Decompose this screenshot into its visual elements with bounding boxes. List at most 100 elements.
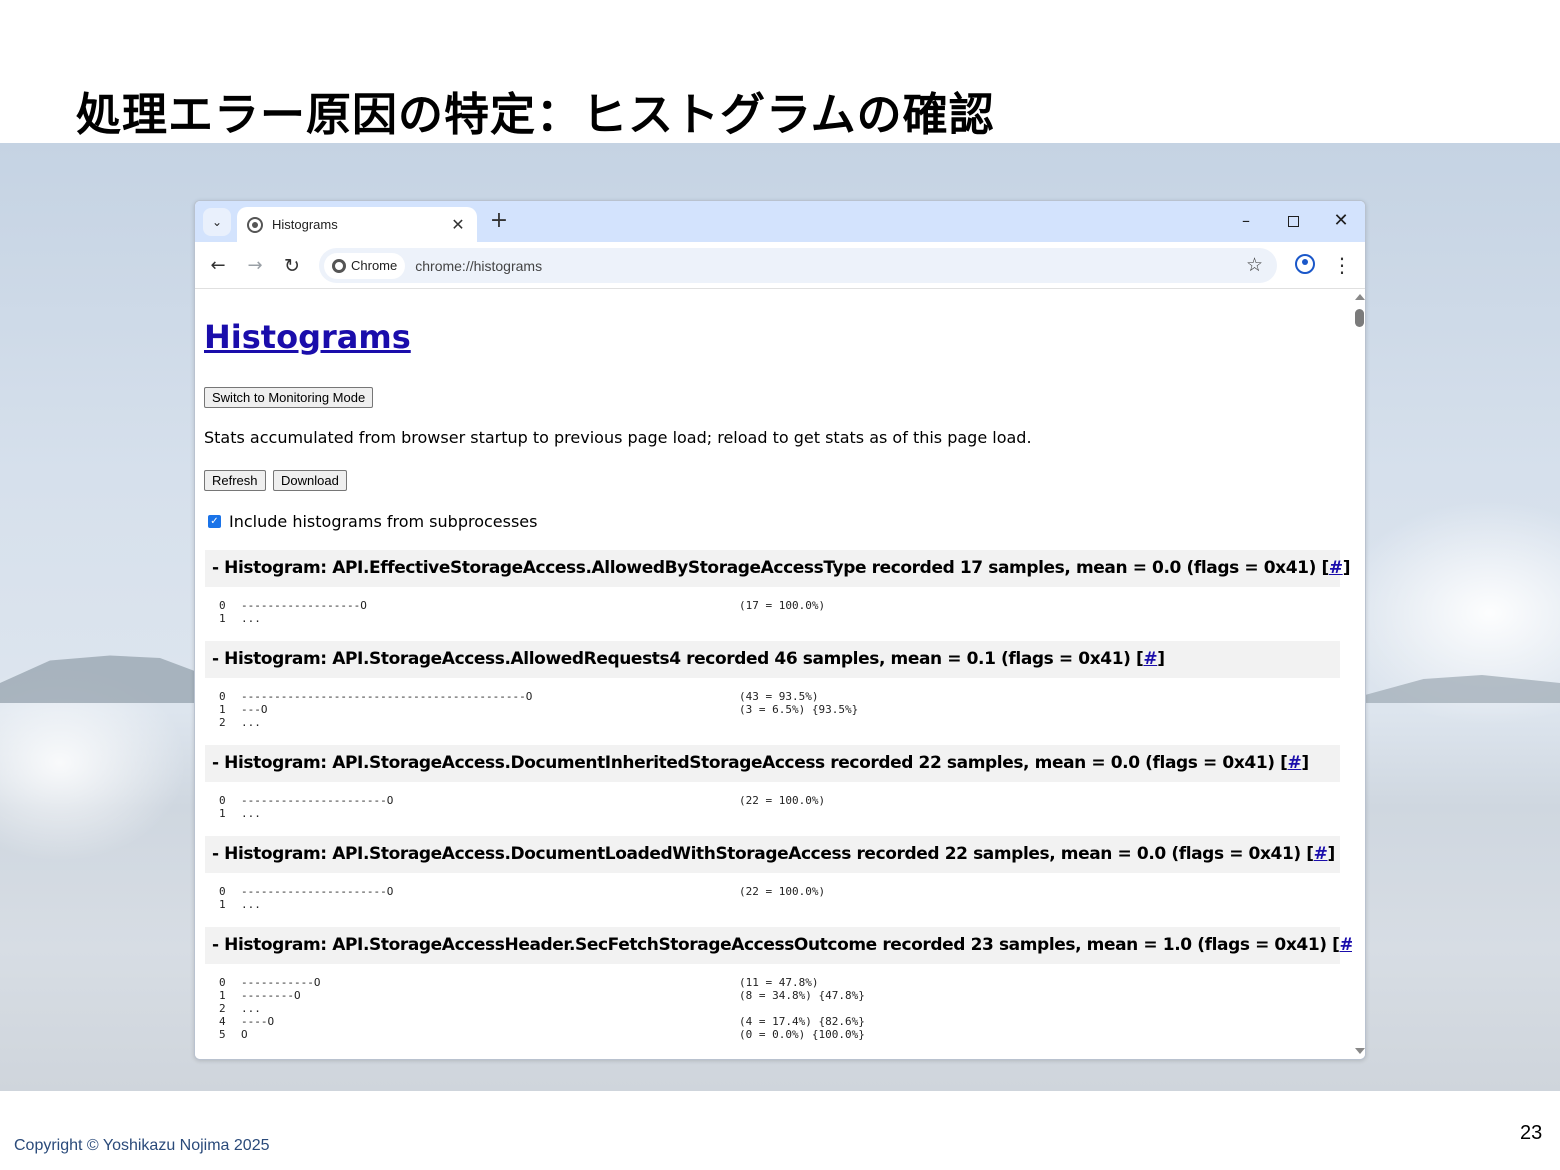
histogram-block: - Histogram: API.StorageAccess.DocumentI… [205,745,1340,820]
histogram-body: 0 ---------------------------------------… [205,678,1340,729]
row-stat: (17 = 100.0%) [739,599,826,612]
row-stat: (8 = 34.8%) {47.8%} [739,989,865,1002]
switch-monitoring-mode-button[interactable]: Switch to Monitoring Mode [204,387,374,408]
background-mountain-right [1365,675,1560,703]
slide-page-number: 23 [1520,1122,1543,1144]
row-index: 0 [219,885,226,898]
maximize-button[interactable] [1278,209,1308,233]
row-index: 1 [219,898,226,911]
row-index: 0 [219,690,226,703]
include-subprocesses-row: ✓ Include histograms from subprocesses [208,512,537,531]
close-tab-icon[interactable]: ✕ [449,215,467,234]
vertical-scrollbar[interactable] [1352,290,1365,1059]
scroll-up-arrow-icon[interactable] [1355,294,1365,300]
url-text[interactable]: chrome://histograms [415,258,542,274]
histogram-row: 0 ---------------------------------------… [219,690,1340,703]
arrow-right-icon: → [247,255,263,276]
minimize-button[interactable]: – [1231,209,1261,233]
histogram-anchor-link[interactable]: # [1288,753,1302,773]
background-mountain-left [0,655,200,703]
minimize-icon: – [1242,211,1250,230]
histogram-row: 1... [219,612,1340,625]
histogram-block: - Histogram: API.StorageAccessHeader.Sec… [205,927,1352,1041]
histogram-anchor-link[interactable]: # [1329,558,1343,578]
bookmark-star-icon[interactable]: ☆ [1246,254,1263,276]
slide-title: 処理エラー原因の特定：ヒストグラムの確認 [76,88,995,141]
histogram-anchor-link[interactable]: # [1143,649,1157,669]
tab-search-button[interactable]: ⌄ [203,208,231,236]
row-index: 1 [219,612,226,625]
row-stat: (22 = 100.0%) [739,794,826,807]
histogram-row: 0 ------------------O (17 = 100.0%) [219,599,1340,612]
row-bar: O [241,1028,248,1041]
histogram-header: - Histogram: API.StorageAccessHeader.Sec… [205,927,1352,964]
histogram-header-text: - Histogram: API.StorageAccess.DocumentI… [212,753,1288,773]
toolbar: ← → ↻ Chrome chrome://histograms ☆ ⋮ [195,242,1365,289]
chip-label: Chrome [351,258,398,273]
histogram-anchor-link[interactable]: # [1314,844,1328,864]
histogram-row: 4 ----O (4 = 17.4%) {82.6%} [219,1015,1340,1028]
histogram-header-close: ] [1342,558,1351,578]
row-bar: ... [241,807,261,820]
row-index: 5 [219,1028,226,1041]
more-menu-icon[interactable]: ⋮ [1332,251,1352,279]
histogram-row: 2... [219,1002,1340,1015]
histogram-row: 5 O (0 = 0.0%) {100.0%} [219,1028,1340,1041]
histogram-body: 0 ----------------------O (22 = 100.0%) 1.… [205,782,1340,820]
histogram-header: - Histogram: API.StorageAccess.AllowedRe… [205,641,1340,678]
histogram-header-text: - Histogram: API.StorageAccessHeader.Sec… [212,935,1340,955]
histogram-body: 0 ----------------------O (22 = 100.0%) 1.… [205,873,1340,911]
scroll-thumb[interactable] [1355,309,1364,327]
row-bar: -----------O [241,976,321,989]
include-subprocesses-checkbox[interactable]: ✓ [208,515,221,528]
arrow-left-icon: ← [210,255,226,276]
address-bar[interactable]: Chrome chrome://histograms ☆ [319,248,1277,283]
histogram-anchor-link[interactable]: # [1340,935,1352,955]
close-window-button[interactable]: ✕ [1326,209,1356,233]
histogram-body: 0 ------------------O (17 = 100.0%) 1... [205,587,1340,625]
forward-button[interactable]: → [241,252,269,280]
row-bar: ... [241,612,261,625]
histogram-header: - Histogram: API.StorageAccess.DocumentI… [205,745,1340,782]
row-bar: ----------------------------------------… [241,690,533,703]
histogram-header-text: - Histogram: API.EffectiveStorageAccess.… [212,558,1329,578]
row-index: 0 [219,976,226,989]
refresh-button[interactable]: Refresh [204,470,266,491]
new-tab-button[interactable]: + [485,208,513,236]
row-bar: ----------------------O [241,794,394,807]
row-stat: (3 = 6.5%) {93.5%} [739,703,859,716]
row-index: 1 [219,807,226,820]
tab-histograms[interactable]: Histograms ✕ [237,207,477,242]
histogram-row: 0 ----------------------O (22 = 100.0%) [219,794,1340,807]
histogram-header-close: ] [1301,753,1309,773]
download-button[interactable]: Download [273,470,347,491]
chevron-down-icon: ⌄ [211,215,223,229]
row-stat: (22 = 100.0%) [739,885,826,898]
histogram-header-close: ] [1157,649,1165,669]
close-icon: ✕ [1333,210,1349,231]
histogram-block: - Histogram: API.StorageAccess.AllowedRe… [205,641,1340,729]
row-bar: ... [241,716,261,729]
histogram-row: 0 -----------O (11 = 47.8%) [219,976,1340,989]
back-button[interactable]: ← [204,252,232,280]
histogram-row: 1... [219,898,1340,911]
row-index: 0 [219,599,226,612]
plus-icon: + [489,208,509,233]
maximize-icon [1287,216,1299,227]
histogram-row: 1... [219,807,1340,820]
reload-button[interactable]: ↻ [278,252,306,280]
histogram-header-text: - Histogram: API.StorageAccess.DocumentL… [212,844,1314,864]
row-index: 1 [219,989,226,1002]
scroll-down-arrow-icon[interactable] [1355,1048,1365,1054]
row-bar: ----------------------O [241,885,394,898]
row-stat: (43 = 93.5%) [739,690,819,703]
histogram-header: - Histogram: API.EffectiveStorageAccess.… [205,550,1350,587]
row-bar: ... [241,1002,261,1015]
row-index: 2 [219,1002,226,1015]
histogram-block: - Histogram: API.EffectiveStorageAccess.… [205,550,1350,625]
page-heading-link[interactable]: Histograms [204,318,411,356]
site-info-chip[interactable]: Chrome [324,252,406,279]
row-stat: (0 = 0.0%) {100.0%} [739,1028,865,1041]
row-index: 2 [219,716,226,729]
profile-icon[interactable] [1295,254,1315,274]
